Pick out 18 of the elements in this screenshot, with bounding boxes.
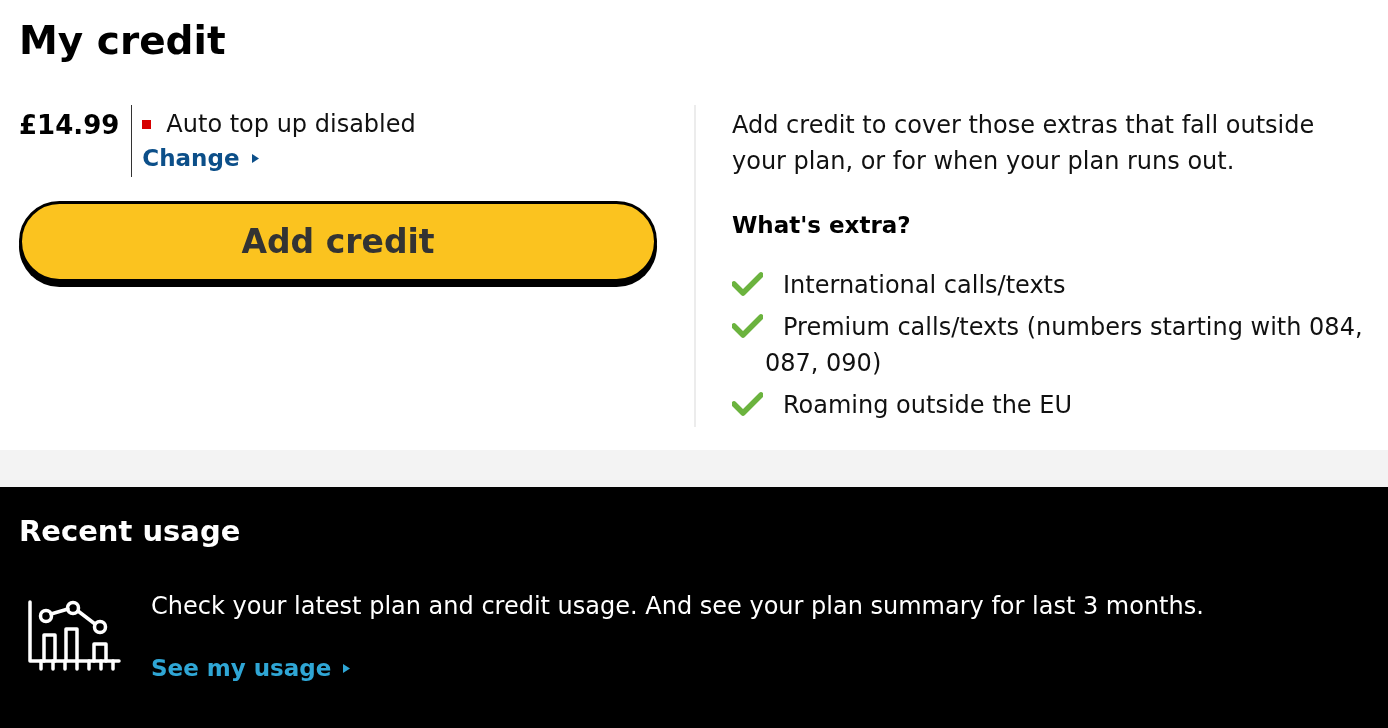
extra-item-text: International calls/texts [783,271,1066,299]
page-title: My credit [19,17,226,65]
change-link[interactable]: Change [142,143,259,173]
extra-item-text: Roaming outside the EU [783,391,1072,419]
check-icon [732,392,763,416]
auto-top-up-status: Auto top up disabled [166,109,416,139]
caret-icon [251,153,259,163]
usage-chart-icon [27,599,121,673]
check-icon [732,272,763,296]
extras-description: Add credit to cover those extras that fall outside your plan, or for when your plan runs out. [732,110,1316,177]
see-usage-link[interactable]: See my usage [151,653,351,683]
usage-description: Check your latest plan and credit usage. And see your plan summary for last 3 months. [151,591,1204,621]
credit-balance: £14.99 [19,109,120,142]
caret-icon [343,663,351,673]
section-title: Recent usage [19,513,241,550]
extras-heading: What's extra? [732,211,911,240]
check-icon [732,314,763,338]
extra-item-text: Premium calls/texts (numbers starting with 084, 087, 090) [765,313,1363,377]
